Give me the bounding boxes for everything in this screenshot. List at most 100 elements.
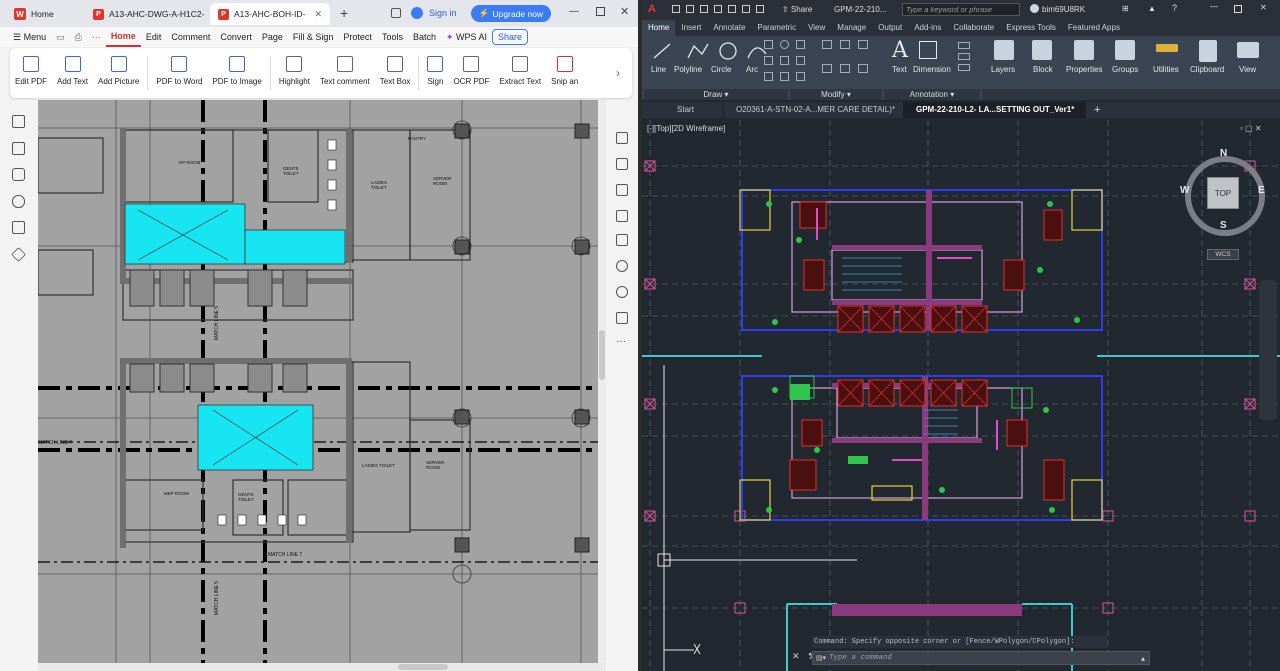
page-tool-icon[interactable] (616, 234, 628, 246)
tab-collaborate[interactable]: Collaborate (947, 20, 1000, 36)
annotation-group-label[interactable]: Annotation ▾ (884, 89, 980, 100)
maximize-button[interactable] (596, 7, 605, 16)
tab-drawing-2[interactable]: GPM-22-210-L2- LA...SETTING OUT_Ver1* (904, 102, 1086, 118)
help-icon[interactable]: ? (1172, 3, 1177, 13)
print-icon[interactable] (728, 5, 736, 13)
utilities-button[interactable]: Utilities (1153, 65, 1179, 74)
horizontal-scroll-thumb[interactable] (398, 664, 448, 670)
tab-add-ins[interactable]: Add-ins (908, 20, 947, 36)
help-icon[interactable] (616, 286, 628, 298)
text-comment-button[interactable]: Text comment (315, 56, 375, 86)
tab-start[interactable]: Start (648, 102, 724, 118)
mirror-icon[interactable] (780, 56, 789, 65)
groups-button[interactable]: Groups (1112, 65, 1138, 74)
add-text-button[interactable]: Add Text (52, 56, 93, 86)
tab-parametric[interactable]: Parametric (751, 20, 802, 36)
menu-fill-sign[interactable]: Fill & Sign (288, 27, 339, 47)
copy-icon[interactable] (764, 56, 773, 65)
command-expand-icon[interactable]: ▴ (1141, 654, 1149, 663)
edit-pdf-button[interactable]: Edit PDF (10, 56, 52, 86)
explode-icon[interactable] (840, 40, 850, 49)
command-close-icon[interactable]: ✕ (792, 651, 800, 662)
tab-drawing-1[interactable]: O20361-A-STN-02-A...MER CARE DETAIL)* (724, 102, 904, 118)
arc-tool[interactable]: Arc (746, 65, 758, 74)
viewcube-south[interactable]: S (1220, 220, 1227, 231)
minimize-button[interactable]: — (1210, 2, 1218, 11)
command-prompt-icon[interactable]: ▤▾ (813, 654, 829, 662)
move-icon[interactable] (764, 40, 773, 49)
text-tool[interactable]: Text (892, 65, 907, 74)
bookmark-icon[interactable] (12, 115, 25, 128)
layers-button[interactable]: Layers (991, 65, 1015, 74)
thumbnail-icon[interactable] (12, 142, 25, 155)
settings-tool-icon[interactable] (616, 210, 628, 222)
close-window-button[interactable]: ✕ (1260, 3, 1267, 12)
leader-icon[interactable] (958, 42, 970, 49)
menu-page[interactable]: Page (257, 27, 288, 47)
circle-tool[interactable]: Circle (711, 65, 731, 74)
mtext-icon[interactable] (958, 64, 970, 71)
vertical-scrollbar[interactable] (598, 100, 606, 663)
convert-tool-icon[interactable] (616, 158, 628, 170)
sign-in-link[interactable]: Sign in (429, 8, 457, 18)
undo-icon[interactable] (742, 5, 750, 13)
edit-tool-icon[interactable] (616, 132, 628, 144)
break-icon[interactable] (840, 64, 850, 73)
array-icon[interactable] (796, 72, 805, 81)
pdf-drawing-page[interactable]: VIP ROOM GENTS TOILET LADIES TOILET SERV… (38, 100, 598, 663)
save-as-icon[interactable] (714, 5, 722, 13)
save-icon[interactable] (700, 5, 708, 13)
search-input[interactable]: Type a keyword or phrase (902, 3, 1020, 16)
vertical-scroll-thumb[interactable] (599, 330, 605, 380)
minimize-button[interactable]: — (569, 6, 579, 17)
autocad-logo-icon[interactable]: A (648, 3, 656, 15)
chamfer-icon[interactable] (858, 64, 868, 73)
modify-group-label[interactable]: Modify ▾ (790, 89, 882, 100)
new-tab-icon[interactable]: + (340, 5, 348, 21)
close-window-button[interactable]: ✕ (620, 5, 629, 18)
properties-button[interactable]: Properties (1066, 65, 1102, 74)
user-name[interactable]: bim69U8RK (1042, 5, 1085, 14)
tab-output[interactable]: Output (872, 20, 908, 36)
menu-batch[interactable]: Batch (408, 27, 441, 47)
navigation-bar[interactable] (1259, 280, 1277, 420)
table-icon[interactable] (958, 53, 970, 60)
fillet-icon[interactable] (796, 56, 805, 65)
open-folder-icon[interactable]: ▭ (51, 27, 70, 47)
highlight-button[interactable]: Highlight (274, 56, 315, 86)
signature-panel-icon[interactable] (12, 221, 25, 234)
new-drawing-tab-icon[interactable]: + (1094, 104, 1100, 116)
tab-insert[interactable]: Insert (675, 20, 707, 36)
viewcube-east[interactable]: E (1258, 185, 1265, 196)
clipboard-button[interactable]: Clipboard (1190, 65, 1224, 74)
polyline-tool[interactable]: Polyline (674, 65, 702, 74)
tab-document-2[interactable]: P A13-AHC-BOH-ID- ✕ (210, 3, 330, 25)
menu-convert[interactable]: Convert (215, 27, 257, 47)
viewcube-north[interactable]: N (1220, 148, 1227, 159)
menu-home[interactable]: Home (105, 28, 141, 47)
rotate-icon[interactable] (780, 40, 789, 49)
ribbon-scroll-right-icon[interactable]: › (616, 66, 620, 80)
maximize-button[interactable] (1234, 5, 1242, 13)
command-input[interactable]: Type a command (829, 654, 892, 662)
tab-home[interactable]: Home (642, 20, 676, 36)
snip-button[interactable]: Snip an (546, 56, 583, 86)
view-button[interactable]: View (1239, 65, 1256, 74)
text-box-button[interactable]: Text Box (375, 56, 416, 86)
tab-document-1[interactable]: P A13-AHC-DWG-A-H1C2- (85, 3, 207, 25)
join-icon[interactable] (822, 64, 832, 73)
window-mode-icon[interactable] (391, 8, 401, 18)
more-icon[interactable]: ··· (87, 27, 106, 47)
pdf-to-word-button[interactable]: PDF to Word (151, 56, 207, 86)
menu-comment[interactable]: Comment (166, 27, 215, 47)
horizontal-scrollbar[interactable] (38, 663, 606, 671)
layers-icon[interactable] (11, 247, 26, 262)
share-button[interactable]: Share (492, 29, 529, 45)
stretch-icon[interactable] (764, 72, 773, 81)
tab-home[interactable]: W Home (6, 3, 82, 25)
tab-manage[interactable]: Manage (831, 20, 872, 36)
new-icon[interactable] (672, 5, 680, 13)
sign-tool-icon[interactable] (616, 184, 628, 196)
viewport-controls-label[interactable]: [-][Top][2D Wireframe] (647, 124, 725, 133)
comment-icon[interactable] (12, 168, 25, 181)
